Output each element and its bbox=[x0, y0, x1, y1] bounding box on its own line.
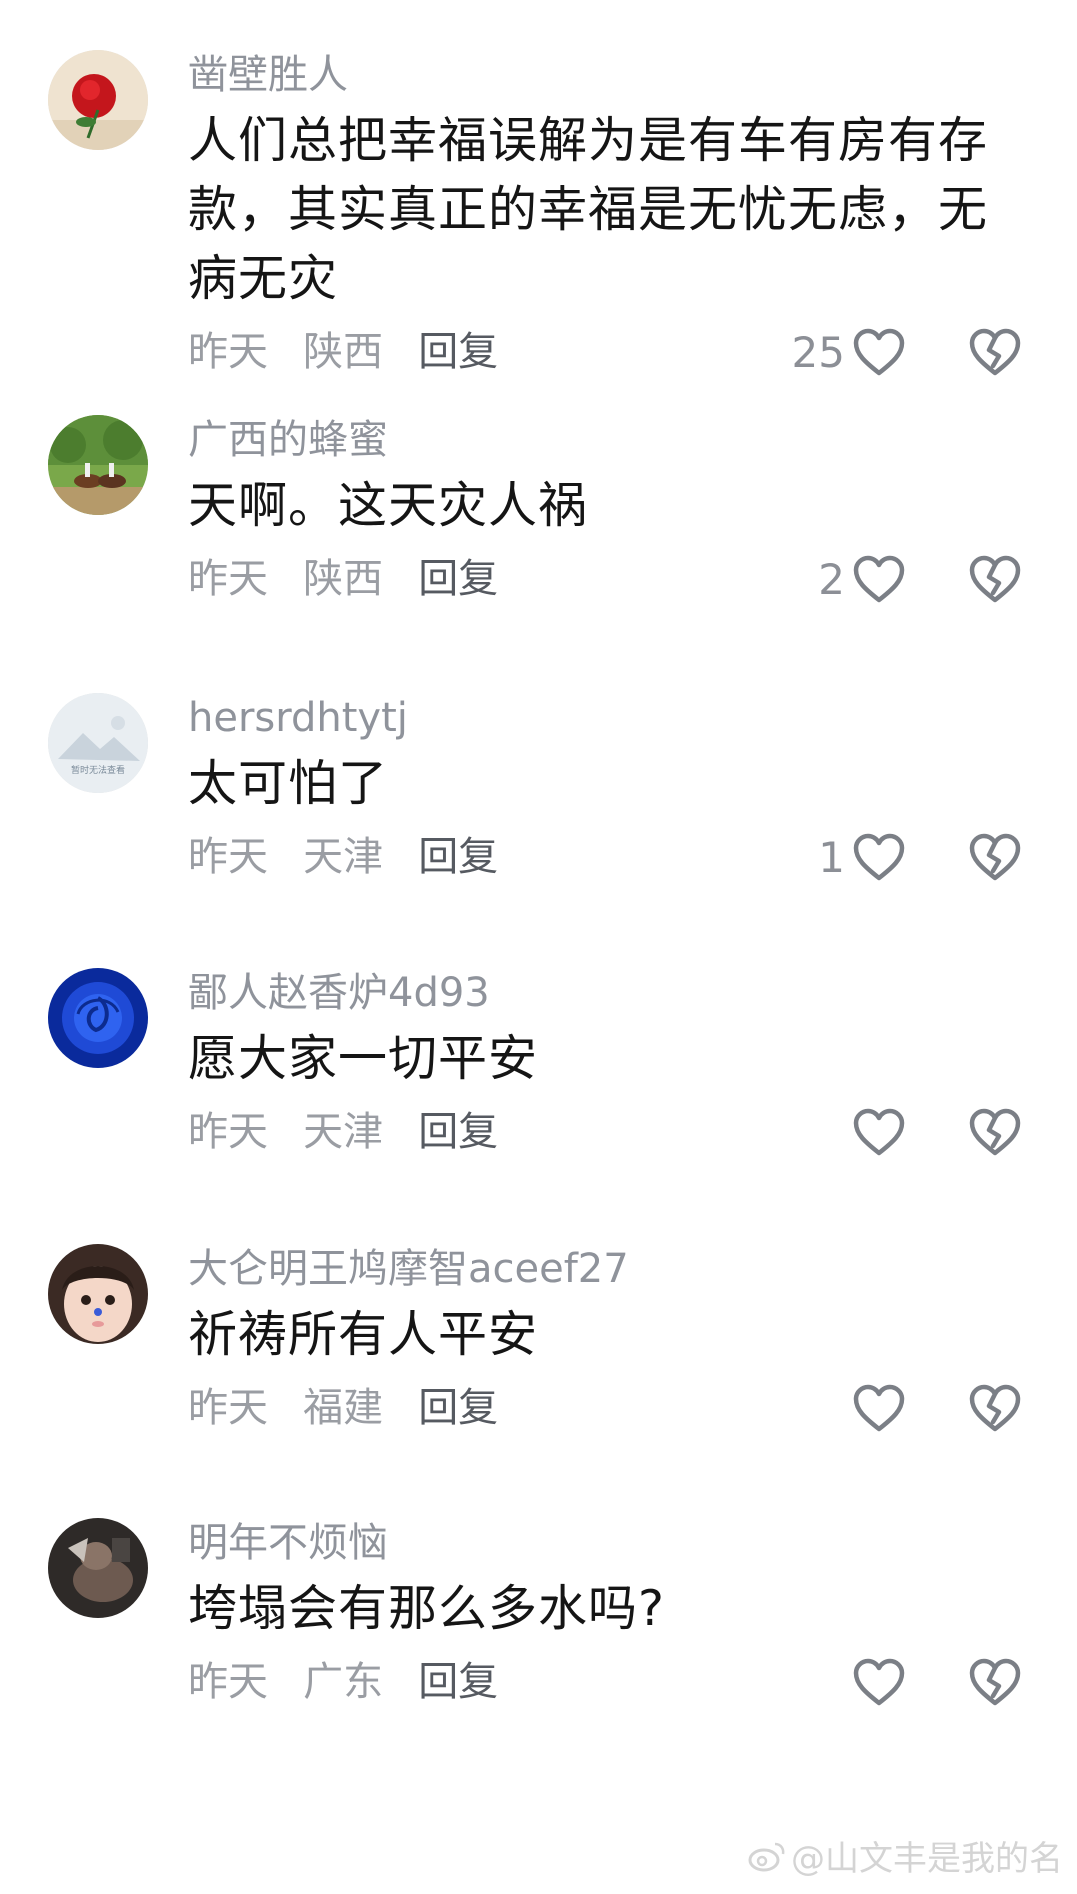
comment-meta: 昨天 天津 回复 bbox=[188, 1097, 1027, 1167]
broken-heart-icon[interactable] bbox=[967, 831, 1023, 883]
horse-riders-avatar-image bbox=[48, 415, 148, 515]
child-face-avatar-image bbox=[48, 1244, 148, 1344]
avatar-horses[interactable] bbox=[48, 415, 148, 515]
comment-time: 昨天 bbox=[188, 556, 268, 602]
reply-button[interactable]: 回复 bbox=[418, 1385, 498, 1431]
avatar-placeholder-text: 暂时无法查看 bbox=[70, 766, 125, 776]
like-button[interactable]: 2 bbox=[818, 544, 907, 614]
comment-text: 愿大家一切平安 bbox=[188, 1030, 539, 1087]
comment-meta: 昨天 天津 回复 1 bbox=[188, 822, 1027, 892]
comment-location: 陕西 bbox=[303, 329, 384, 375]
comment-time: 昨天 bbox=[188, 1385, 268, 1431]
reply-button[interactable]: 回复 bbox=[418, 1659, 498, 1705]
comment-meta: 昨天 陕西 回复 2 bbox=[188, 544, 1027, 614]
username[interactable]: 凿壁胜人 bbox=[188, 50, 1027, 100]
comment-time: 昨天 bbox=[188, 834, 268, 880]
comment-meta: 昨天 福建 回复 bbox=[188, 1373, 1027, 1443]
comment-meta: 昨天 陕西 回复 25 bbox=[188, 317, 1027, 387]
heart-outline-icon bbox=[853, 555, 905, 603]
username[interactable]: hersrdhtytj bbox=[188, 693, 1027, 743]
reply-button[interactable]: 回复 bbox=[418, 329, 498, 375]
avatar-blue-rose[interactable] bbox=[48, 968, 148, 1068]
comment-time: 昨天 bbox=[188, 329, 268, 375]
like-button[interactable] bbox=[845, 1647, 907, 1717]
avatar-placeholder[interactable]: 暂时无法查看 bbox=[48, 693, 148, 793]
heart-outline-icon bbox=[853, 1384, 905, 1432]
like-button[interactable]: 25 bbox=[792, 317, 907, 387]
heart-outline-icon bbox=[853, 833, 905, 881]
broken-heart-icon[interactable] bbox=[967, 1382, 1023, 1434]
username[interactable]: 鄙人赵香炉4d93 bbox=[188, 968, 1027, 1018]
reply-button[interactable]: 回复 bbox=[418, 834, 498, 880]
comment-time: 昨天 bbox=[188, 1659, 268, 1705]
comment-location: 陕西 bbox=[303, 556, 384, 602]
like-button[interactable]: 1 bbox=[818, 822, 907, 892]
comment-text: 太可怕了 bbox=[188, 755, 389, 812]
username[interactable]: 明年不烦恼 bbox=[188, 1518, 1027, 1568]
comment-text: 垮塌会有那么多水吗? bbox=[188, 1580, 666, 1637]
watermark-text: @山文丰是我的名 bbox=[791, 1839, 1063, 1879]
broken-heart-icon[interactable] bbox=[967, 1106, 1023, 1158]
broken-heart-icon[interactable] bbox=[967, 1656, 1023, 1708]
avatar-rose[interactable] bbox=[48, 50, 148, 150]
avatar-child[interactable] bbox=[48, 1244, 148, 1344]
comment-location: 福建 bbox=[303, 1385, 384, 1431]
blue-rose-avatar-image bbox=[48, 968, 148, 1068]
username[interactable]: 大仑明王鸠摩智aceef27 bbox=[188, 1244, 1027, 1294]
comment-meta: 昨天 广东 回复 bbox=[188, 1647, 1027, 1717]
rose-avatar-image bbox=[48, 50, 148, 150]
avatar-dark-photo[interactable] bbox=[48, 1518, 148, 1618]
heart-outline-icon bbox=[853, 1658, 905, 1706]
watermark: @山文丰是我的名 bbox=[747, 1831, 1063, 1880]
heart-outline-icon bbox=[853, 328, 905, 376]
comment-location: 天津 bbox=[303, 834, 384, 880]
like-count: 2 bbox=[818, 554, 845, 604]
comment-time: 昨天 bbox=[188, 1109, 268, 1155]
like-button[interactable] bbox=[845, 1097, 907, 1167]
comment-location: 天津 bbox=[303, 1109, 384, 1155]
comment-text: 祈祷所有人平安 bbox=[188, 1306, 539, 1363]
heart-outline-icon bbox=[853, 1108, 905, 1156]
weibo-logo-icon bbox=[748, 1842, 785, 1871]
comment-location: 广东 bbox=[303, 1659, 384, 1705]
dark-photo-avatar-image bbox=[48, 1518, 148, 1618]
broken-heart-icon[interactable] bbox=[967, 326, 1023, 378]
comment-text: 人们总把幸福误解为是有车有房有存款，其实真正的幸福是无忧无虑，无病无灾 bbox=[188, 112, 989, 307]
like-count: 1 bbox=[818, 832, 845, 882]
broken-heart-icon[interactable] bbox=[967, 553, 1023, 605]
image-unavailable-avatar bbox=[48, 693, 148, 793]
reply-button[interactable]: 回复 bbox=[418, 556, 498, 602]
username[interactable]: 广西的蜂蜜 bbox=[188, 415, 1027, 465]
like-button[interactable] bbox=[845, 1373, 907, 1443]
reply-button[interactable]: 回复 bbox=[418, 1109, 498, 1155]
comment-text: 天啊。这天灾人祸 bbox=[188, 477, 589, 534]
like-count: 25 bbox=[791, 327, 845, 377]
